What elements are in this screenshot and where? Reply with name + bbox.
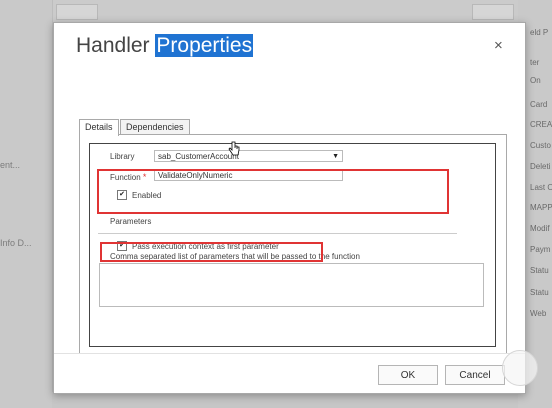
watermark-logo	[502, 350, 538, 386]
background-right-item: Deleti	[530, 162, 551, 171]
background-tab	[56, 4, 98, 20]
background-tab	[472, 4, 514, 20]
background-right-item: ter	[530, 58, 540, 67]
background-left-text: ent...	[0, 160, 21, 170]
footer-divider	[54, 353, 525, 354]
background-footer	[52, 392, 518, 408]
ok-button[interactable]: OK	[378, 365, 438, 385]
background-right-item: Statu	[530, 288, 549, 297]
parameters-heading: Parameters	[110, 217, 152, 226]
background-right-item: MAPP	[530, 203, 552, 212]
library-label: Library	[110, 152, 135, 161]
tab-details[interactable]: Details	[79, 119, 119, 136]
background-right-item: Web	[530, 309, 547, 318]
background-left-panel: ent... Info D...	[0, 0, 53, 408]
chevron-down-icon: ▼	[332, 153, 339, 160]
library-select[interactable]: sab_CustomerAccount ▼	[154, 150, 343, 162]
background-right-item: eld P	[530, 28, 549, 37]
background-header	[52, 0, 518, 22]
dialog-title: Handler Properties	[76, 34, 254, 58]
background-right-item: Statu	[530, 266, 549, 275]
background-right-item: Custo	[530, 141, 551, 150]
dialog-title-selected-text: Properties	[155, 34, 254, 57]
close-icon[interactable]: ×	[494, 37, 503, 54]
pass-context-annotation-box	[100, 242, 323, 262]
handler-properties-dialog: Handler Properties × Details Dependencie…	[53, 22, 526, 394]
background-right-item: On	[530, 76, 541, 85]
background-right-item: CREAT	[530, 120, 552, 129]
background-right-item: Card	[530, 100, 548, 109]
hand-cursor-icon	[228, 141, 240, 156]
parameters-divider	[98, 233, 457, 234]
parameters-textarea[interactable]	[99, 263, 484, 307]
cancel-button[interactable]: Cancel	[445, 365, 505, 385]
dialog-title-text: Handler	[76, 34, 156, 57]
background-left-text: Info D...	[0, 238, 32, 248]
background-right-item: Last O	[530, 183, 552, 192]
tab-dependencies[interactable]: Dependencies	[120, 119, 190, 135]
background-right-item: Modif	[530, 224, 550, 233]
background-right-item: Paym	[530, 245, 551, 254]
function-annotation-box	[97, 169, 449, 214]
library-select-value: sab_CustomerAccount	[158, 152, 239, 161]
